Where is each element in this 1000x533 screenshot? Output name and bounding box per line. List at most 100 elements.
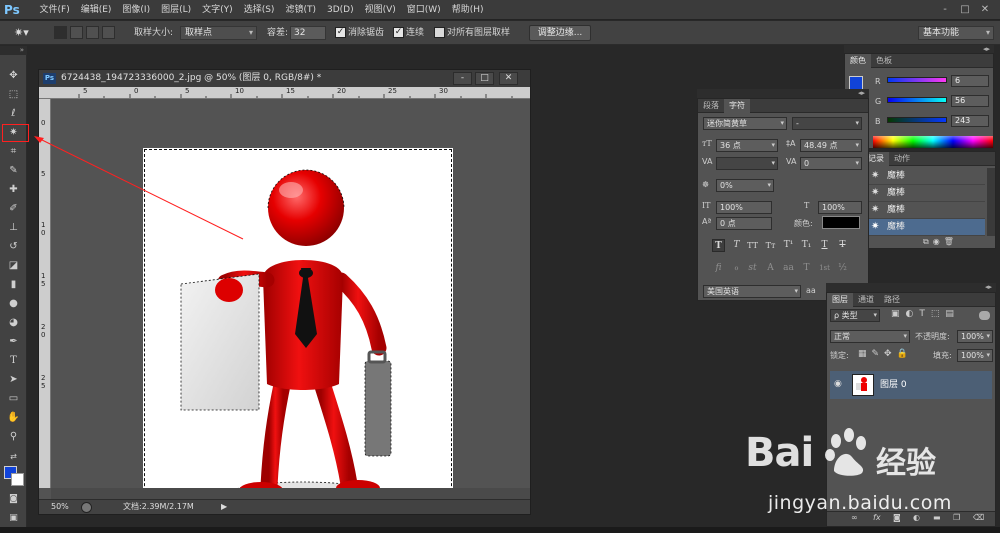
layers-panel-collapse[interactable]: ◂▸ <box>826 283 996 292</box>
subscript-button[interactable]: T₁ <box>800 239 813 252</box>
stylistic-button[interactable]: aa <box>782 262 795 275</box>
tab-paths[interactable]: 路径 <box>879 293 905 307</box>
history-item-selected[interactable]: ✷ 魔棒 <box>863 219 985 236</box>
antialias-label: aa <box>806 286 816 295</box>
green-label: G <box>875 97 882 106</box>
adjustment-icon[interactable]: ◐ <box>913 513 920 522</box>
discretionary-ligature-button[interactable]: ℴ <box>730 262 743 275</box>
history-panel-tabs: 记录 动作 <box>863 152 995 166</box>
kerning-icon: VA <box>702 157 713 166</box>
history-item[interactable]: ✷ 魔棒 <box>863 202 985 219</box>
layer-filter-select[interactable]: ρ 类型 <box>830 309 880 322</box>
text-color-label: 颜色: <box>794 219 813 228</box>
magic-wand-icon: ✷ <box>871 204 880 215</box>
mask-icon[interactable]: ◙ <box>893 513 901 522</box>
font-size-icon: тT <box>702 139 712 148</box>
baseline-icon: Aª <box>702 217 712 226</box>
history-panel: 记录 动作 ✷ 魔棒 ✷ 魔棒 ✷ 魔棒 ✷ 魔棒 ⧉◉🗑 <box>862 151 996 249</box>
tab-swatches[interactable]: 色板 <box>871 54 897 68</box>
tab-color[interactable]: 颜色 <box>845 54 871 68</box>
tracking-select[interactable]: 0 <box>800 157 862 170</box>
new-layer-icon[interactable]: ❐ <box>953 513 960 522</box>
tsume-select[interactable]: 0% <box>716 179 774 192</box>
photoshop-app: Ps 文件(F) 编辑(E) 图像(I) 图层(L) 文字(Y) 选择(S) 滤… <box>0 0 1000 533</box>
character-panel-tabs: 段落 字符 <box>698 99 868 113</box>
history-scrollbar[interactable] <box>987 168 995 236</box>
font-style-select[interactable]: - <box>792 117 862 130</box>
faux-bold-button[interactable]: T <box>712 239 725 252</box>
fill-label: 填充: <box>933 351 952 360</box>
small-caps-button[interactable]: Tт <box>764 239 777 252</box>
tsume-icon: ☸ <box>702 180 710 189</box>
history-footer-icons[interactable]: ⧉◉🗑 <box>923 237 958 247</box>
lock-icons[interactable]: ▦✎✥🔒 <box>858 349 913 359</box>
red-label: R <box>875 77 881 86</box>
color-panel-fg-swatch[interactable] <box>849 76 863 90</box>
trash-icon[interactable]: ⌫ <box>973 513 984 522</box>
layer-filter-icons[interactable]: ▣◐T⬚▤ <box>891 309 960 319</box>
font-size-select[interactable]: 36 点 <box>716 139 778 152</box>
layer-thumbnail <box>852 374 874 396</box>
color-spectrum-shade <box>873 136 993 148</box>
eye-icon[interactable]: ◉ <box>834 379 842 389</box>
history-item[interactable]: ✷ 魔棒 <box>863 185 985 202</box>
horizontal-scale-input[interactable]: 100% <box>818 201 862 214</box>
baidu-watermark-text: 经验 <box>876 446 936 481</box>
ordinal-titling-button[interactable]: T <box>800 262 813 275</box>
fx-icon[interactable]: fx <box>873 513 881 522</box>
char-panel-collapse[interactable]: ◂▸ <box>697 89 869 98</box>
magic-wand-icon: ✷ <box>871 187 880 198</box>
kerning-select[interactable] <box>716 157 778 170</box>
blue-label: B <box>875 117 881 126</box>
faux-italic-button[interactable]: T <box>730 239 743 252</box>
link-icon[interactable]: ∞ <box>851 513 858 522</box>
blue-value[interactable]: 243 <box>951 115 989 127</box>
magic-wand-icon: ✷ <box>871 170 880 181</box>
group-icon[interactable]: ▬ <box>933 513 941 522</box>
opacity-label: 不透明度: <box>915 332 950 341</box>
history-item[interactable]: ✷ 魔棒 <box>863 168 985 185</box>
tab-channels[interactable]: 通道 <box>853 293 879 307</box>
vertical-scale-icon: IT <box>702 201 711 210</box>
tab-layers[interactable]: 图层 <box>827 293 853 307</box>
language-select[interactable]: 美国英语 <box>703 285 801 298</box>
layer-row[interactable]: ◉ 图层 0 <box>830 371 992 399</box>
superscript-button[interactable]: T¹ <box>782 239 795 252</box>
blend-mode-select[interactable]: 正常 <box>830 330 910 343</box>
titling-button[interactable]: A <box>764 262 777 275</box>
text-color-swatch[interactable] <box>822 216 860 229</box>
opacity-input[interactable]: 100% <box>957 330 993 343</box>
strikethrough-button[interactable]: T <box>836 239 849 252</box>
bottom-strip <box>0 527 1000 533</box>
green-value[interactable]: 56 <box>951 95 989 107</box>
tab-actions[interactable]: 动作 <box>889 152 915 166</box>
ligature-button[interactable]: fi <box>712 262 725 275</box>
red-value[interactable]: 6 <box>951 75 989 87</box>
lock-label: 锁定: <box>830 351 849 360</box>
history-item-label: 魔棒 <box>887 188 906 198</box>
filter-toggle[interactable] <box>979 311 990 320</box>
green-slider[interactable] <box>887 97 947 103</box>
tab-character[interactable]: 字符 <box>724 99 750 113</box>
tab-paragraph[interactable]: 段落 <box>698 99 724 113</box>
red-slider[interactable] <box>887 77 947 83</box>
baseline-shift-input[interactable]: 0 点 <box>716 217 772 230</box>
leading-icon: ‡A <box>786 139 796 148</box>
vertical-scale-input[interactable]: 100% <box>716 201 772 214</box>
blue-slider[interactable] <box>887 117 947 123</box>
baidu-watermark-logo: Bai <box>745 430 814 476</box>
leading-select[interactable]: 48.49 点 <box>800 139 862 152</box>
baidu-watermark-url: jingyan.baidu.com <box>768 492 952 514</box>
font-family-select[interactable]: 迷你简黄草 <box>703 117 787 130</box>
all-caps-button[interactable]: TT <box>746 239 759 252</box>
magic-wand-icon: ✷ <box>871 221 880 232</box>
horizontal-scale-icon: T <box>804 201 810 210</box>
swash-button[interactable]: st <box>746 262 759 275</box>
ordinal-button[interactable]: 1st <box>818 262 831 275</box>
fractions-button[interactable]: ½ <box>836 262 849 275</box>
tracking-icon: VA <box>786 157 797 166</box>
history-item-label: 魔棒 <box>887 205 906 215</box>
layer-name: 图层 0 <box>880 380 907 390</box>
fill-input[interactable]: 100% <box>957 349 993 362</box>
underline-button[interactable]: T <box>818 239 831 252</box>
